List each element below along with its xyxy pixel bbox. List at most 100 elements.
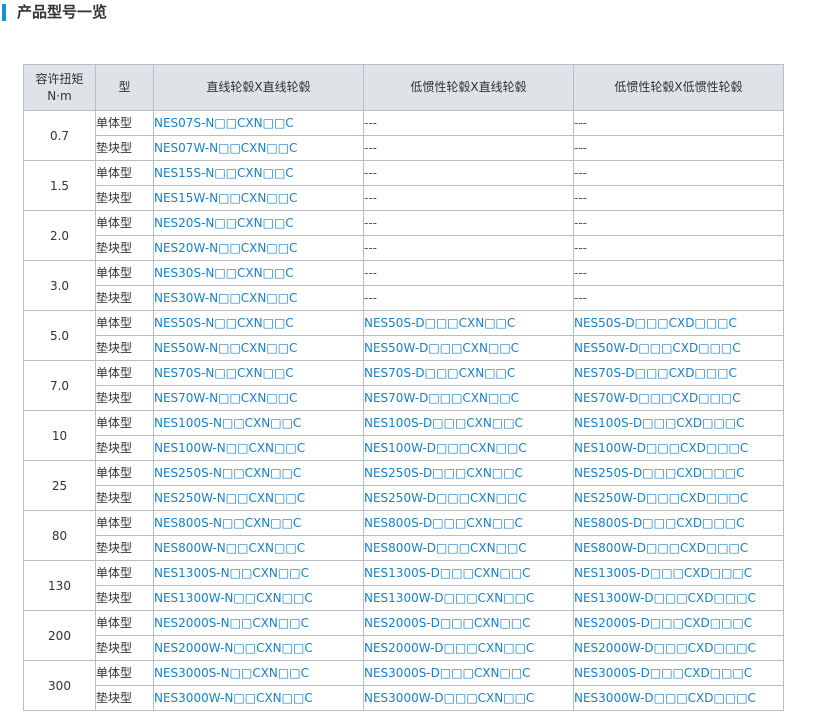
type-cell: 单体型 [95, 460, 154, 486]
model-link[interactable]: NES50W-D□□□CXD□□□C [573, 335, 784, 361]
model-cell-empty: --- [573, 160, 784, 186]
model-link[interactable]: NES50W-D□□□CXN□□C [363, 335, 574, 361]
column-header-lowinertia-straight: 低惯性轮毂X直线轮毂 [363, 64, 574, 111]
model-link[interactable]: NES07S-N□□CXN□□C [153, 110, 364, 136]
table-row: 垫块型 NES100W-N□□CXN□□C NES100W-D□□□CXN□□C NE… [24, 435, 784, 461]
model-cell-empty: --- [363, 160, 574, 186]
model-link[interactable]: NES100S-D□□□CXD□□□C [573, 410, 784, 436]
model-link[interactable]: NES70W-D□□□CXD□□□C [573, 385, 784, 411]
type-cell: 单体型 [95, 110, 154, 136]
model-link[interactable]: NES250S-N□□CXN□□C [153, 460, 364, 486]
type-cell: 垫块型 [95, 535, 154, 561]
table-row: 300 单体型 NES3000S-N□□CXN□□C NES3000S-D□□□CXN… [23, 660, 784, 711]
table-row: 垫块型 NES2000W-N□□CXN□□C NES2000W-D□□□CXN□□C… [24, 635, 784, 661]
model-link[interactable]: NES2000W-D□□□CXN□□C [363, 635, 574, 661]
torque-cell: 2.0 [23, 210, 96, 261]
model-link[interactable]: NES3000S-D□□□CXN□□C [363, 660, 574, 686]
model-link[interactable]: NES1300S-D□□□CXD□□□C [573, 560, 784, 586]
model-link[interactable]: NES70S-D□□□CXD□□□C [573, 360, 784, 386]
model-link[interactable]: NES70S-D□□□CXN□□C [363, 360, 574, 386]
model-link[interactable]: NES20W-N□□CXN□□C [153, 235, 364, 261]
table-row: 垫块型 NES50W-N□□CXN□□C NES50W-D□□□CXN□□C NES5… [24, 335, 784, 361]
model-link[interactable]: NES1300S-D□□□CXN□□C [363, 560, 574, 586]
column-header-torque: 容许扭矩 N·m [23, 64, 96, 111]
model-link[interactable]: NES50W-N□□CXN□□C [153, 335, 364, 361]
model-link[interactable]: NES2000W-D□□□CXD□□□C [573, 635, 784, 661]
type-cell: 垫块型 [95, 635, 154, 661]
model-link[interactable]: NES07W-N□□CXN□□C [153, 135, 364, 161]
model-link[interactable]: NES20S-N□□CXN□□C [153, 210, 364, 236]
model-link[interactable]: NES800W-N□□CXN□□C [153, 535, 364, 561]
model-link[interactable]: NES1300S-N□□CXN□□C [153, 560, 364, 586]
torque-cell: 130 [23, 560, 96, 611]
model-link[interactable]: NES15S-N□□CXN□□C [153, 160, 364, 186]
model-link[interactable]: NES100W-D□□□CXD□□□C [573, 435, 784, 461]
model-link[interactable]: NES3000W-D□□□CXD□□□C [573, 685, 784, 711]
table-row: 垫块型 NES1300W-N□□CXN□□C NES1300W-D□□□CXN□□C… [24, 585, 784, 611]
table-row: 垫块型 NES20W-N□□CXN□□C --- --- [24, 235, 784, 261]
model-link[interactable]: NES70S-N□□CXN□□C [153, 360, 364, 386]
model-cell-empty: --- [363, 235, 574, 261]
torque-cell: 300 [23, 660, 96, 711]
type-cell: 垫块型 [95, 235, 154, 261]
table-row: 130 单体型 NES1300S-N□□CXN□□C NES1300S-D□□□CXN… [23, 560, 784, 611]
model-link[interactable]: NES800S-D□□□CXN□□C [363, 510, 574, 536]
model-link[interactable]: NES250S-D□□□CXN□□C [363, 460, 574, 486]
type-cell: 垫块型 [95, 585, 154, 611]
model-link[interactable]: NES50S-N□□CXN□□C [153, 310, 364, 336]
model-link[interactable]: NES70W-N□□CXN□□C [153, 385, 364, 411]
model-link[interactable]: NES3000S-N□□CXN□□C [153, 660, 364, 686]
model-link[interactable]: NES15W-N□□CXN□□C [153, 185, 364, 211]
torque-cell: 25 [23, 460, 96, 511]
model-link[interactable]: NES50S-D□□□CXD□□□C [573, 310, 784, 336]
model-link[interactable]: NES2000S-D□□□CXD□□□C [573, 610, 784, 636]
model-link[interactable]: NES2000S-N□□CXN□□C [153, 610, 364, 636]
table-row: 200 单体型 NES2000S-N□□CXN□□C NES2000S-D□□□CXN… [23, 610, 784, 661]
model-link[interactable]: NES3000W-D□□□CXN□□C [363, 685, 574, 711]
model-link[interactable]: NES2000S-D□□□CXN□□C [363, 610, 574, 636]
model-link[interactable]: NES100S-N□□CXN□□C [153, 410, 364, 436]
model-link[interactable]: NES100S-D□□□CXN□□C [363, 410, 574, 436]
type-cell: 单体型 [95, 410, 154, 436]
column-header-type: 型 [95, 64, 154, 111]
accent-bar [2, 4, 6, 21]
type-cell: 垫块型 [95, 435, 154, 461]
model-link[interactable]: NES250S-D□□□CXD□□□C [573, 460, 784, 486]
model-link[interactable]: NES50S-D□□□CXN□□C [363, 310, 574, 336]
model-link[interactable]: NES3000W-N□□CXN□□C [153, 685, 364, 711]
model-link[interactable]: NES30W-N□□CXN□□C [153, 285, 364, 311]
table-row: 2.0 单体型 NES20S-N□□CXN□□C --- --- [23, 210, 784, 261]
table-row: 3.0 单体型 NES30S-N□□CXN□□C --- --- [23, 260, 784, 311]
model-link[interactable]: NES100W-D□□□CXN□□C [363, 435, 574, 461]
model-cell-empty: --- [573, 135, 784, 161]
column-header-torque-line2: N·m [47, 88, 72, 103]
type-cell: 垫块型 [95, 335, 154, 361]
model-link[interactable]: NES1300W-N□□CXN□□C [153, 585, 364, 611]
type-cell: 单体型 [95, 610, 154, 636]
type-cell: 单体型 [95, 560, 154, 586]
model-link[interactable]: NES3000S-D□□□CXD□□□C [573, 660, 784, 686]
type-cell: 单体型 [95, 210, 154, 236]
table-body: 0.7 单体型 NES07S-N□□CXN□□C --- --- 垫块型 NES07W-N□… [23, 110, 784, 711]
type-cell: 垫块型 [95, 385, 154, 411]
model-link[interactable]: NES250W-D□□□CXN□□C [363, 485, 574, 511]
table-row: 7.0 单体型 NES70S-N□□CXN□□C NES70S-D□□□CXN□□C N… [23, 360, 784, 411]
model-link[interactable]: NES1300W-D□□□CXN□□C [363, 585, 574, 611]
type-cell: 单体型 [95, 660, 154, 686]
model-link[interactable]: NES250W-N□□CXN□□C [153, 485, 364, 511]
model-link[interactable]: NES70W-D□□□CXN□□C [363, 385, 574, 411]
model-link[interactable]: NES800W-D□□□CXD□□□C [573, 535, 784, 561]
model-link[interactable]: NES250W-D□□□CXD□□□C [573, 485, 784, 511]
model-link[interactable]: NES30S-N□□CXN□□C [153, 260, 364, 286]
model-link[interactable]: NES800W-D□□□CXN□□C [363, 535, 574, 561]
model-cell-empty: --- [363, 185, 574, 211]
model-link[interactable]: NES800S-D□□□CXD□□□C [573, 510, 784, 536]
model-link[interactable]: NES2000W-N□□CXN□□C [153, 635, 364, 661]
model-cell-empty: --- [573, 235, 784, 261]
model-cell-empty: --- [573, 110, 784, 136]
model-link[interactable]: NES800S-N□□CXN□□C [153, 510, 364, 536]
table-row: 5.0 单体型 NES50S-N□□CXN□□C NES50S-D□□□CXN□□C N… [23, 310, 784, 361]
model-link[interactable]: NES1300W-D□□□CXD□□□C [573, 585, 784, 611]
model-link[interactable]: NES100W-N□□CXN□□C [153, 435, 364, 461]
section-title: 产品型号一览 [17, 3, 108, 21]
